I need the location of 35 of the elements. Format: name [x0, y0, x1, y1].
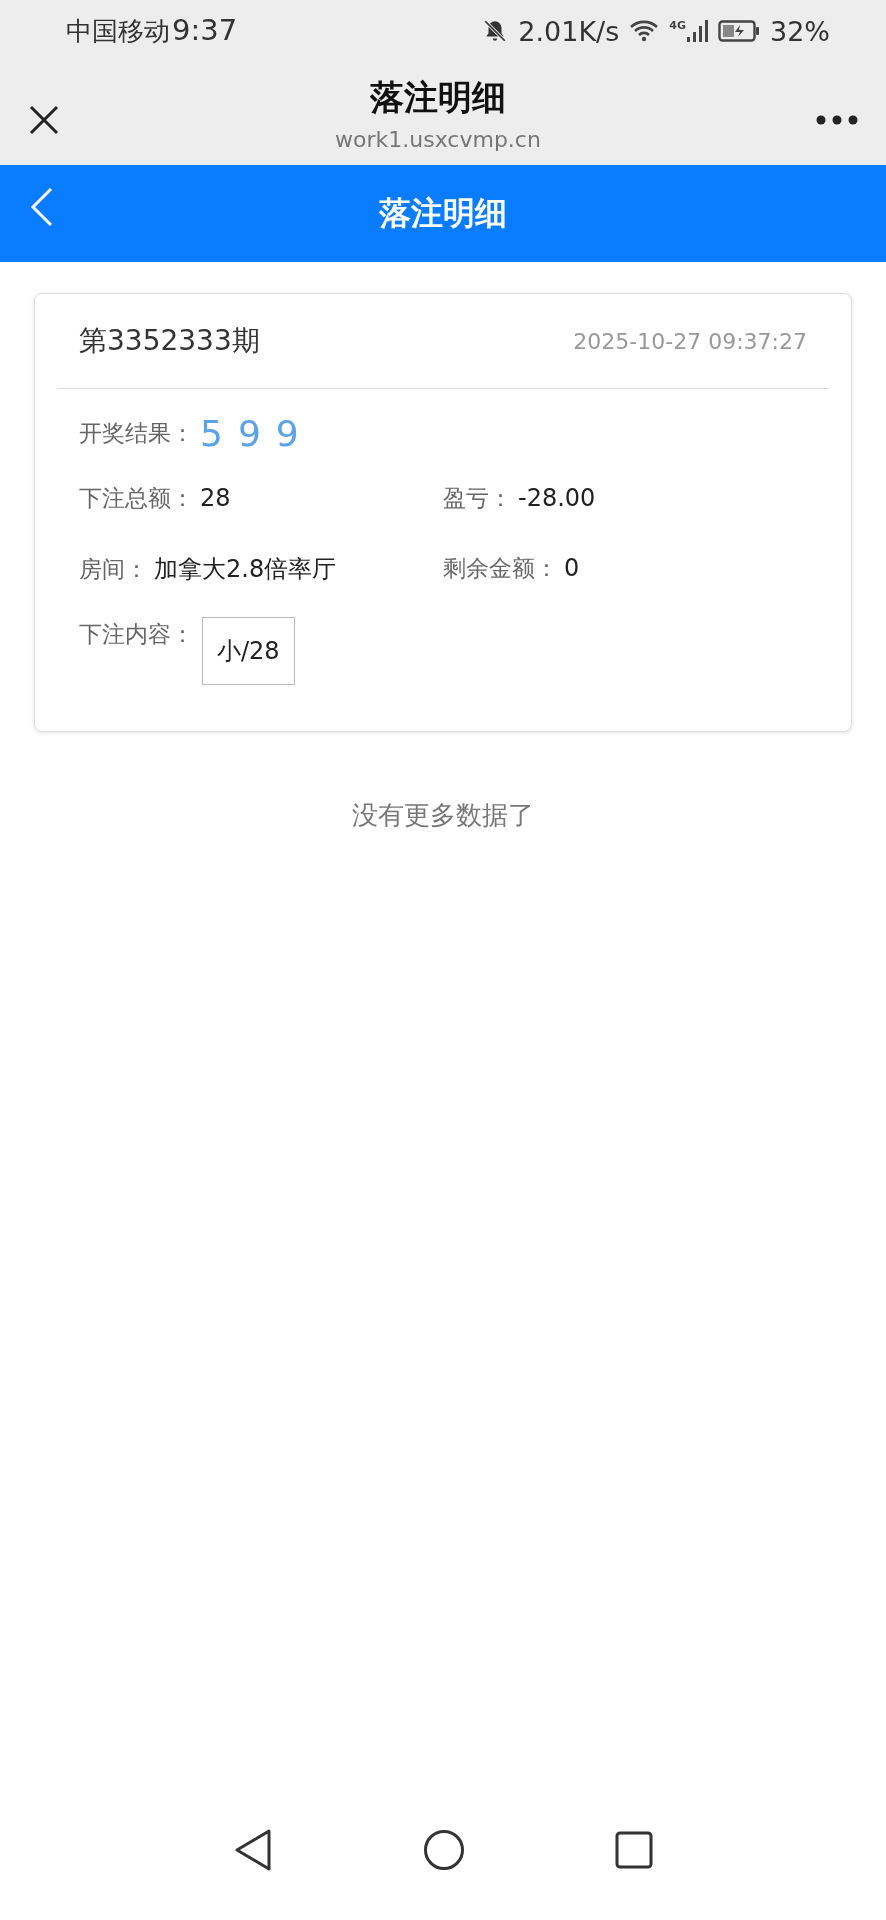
bet-time: 2025-10-27 09:37:27 — [573, 328, 807, 354]
app-title: 落注明细 — [379, 192, 507, 234]
no-more-data-text: 没有更多数据了 — [351, 799, 535, 832]
back-nav-icon[interactable] — [233, 1828, 273, 1872]
network-speed: 2.01K/s — [518, 15, 620, 47]
field-label: 剩余金额： — [443, 554, 558, 583]
more-icon[interactable] — [816, 114, 858, 125]
battery-icon — [718, 19, 760, 43]
recents-nav-icon[interactable] — [615, 1831, 653, 1869]
field-label: 下注内容： — [79, 620, 194, 649]
network-type: 4G — [669, 19, 686, 32]
back-icon[interactable] — [30, 187, 54, 227]
page-title: 落注明细 — [370, 76, 506, 119]
field-label: 开奖结果： — [79, 418, 194, 448]
issue-number: 第3352333期 — [79, 323, 260, 359]
carrier: 中国移动 — [66, 15, 170, 48]
field-value: 28 — [200, 484, 231, 512]
field-value: 加拿大2.8倍率厅 — [154, 554, 337, 585]
wifi-icon — [629, 19, 660, 43]
battery-level: 32% — [770, 15, 830, 47]
result-digit: 9 — [237, 412, 261, 454]
field-label: 盈亏： — [443, 484, 512, 513]
field-label: 房间： — [79, 555, 148, 584]
muted-bell-icon — [482, 18, 509, 44]
field-value: -28.00 — [518, 484, 596, 512]
page-url: work1.usxcvmp.cn — [335, 127, 541, 152]
home-nav-icon[interactable] — [423, 1829, 465, 1871]
close-icon[interactable] — [28, 103, 60, 136]
field-value: 0 — [564, 554, 580, 582]
result-digit: 5 — [200, 412, 223, 454]
result-digit: 9 — [275, 412, 299, 454]
signal-icon — [686, 19, 708, 43]
clock: 9:37 — [172, 13, 238, 47]
bet-tag: 小/28 — [202, 617, 295, 685]
field-label: 下注总额： — [79, 484, 194, 513]
